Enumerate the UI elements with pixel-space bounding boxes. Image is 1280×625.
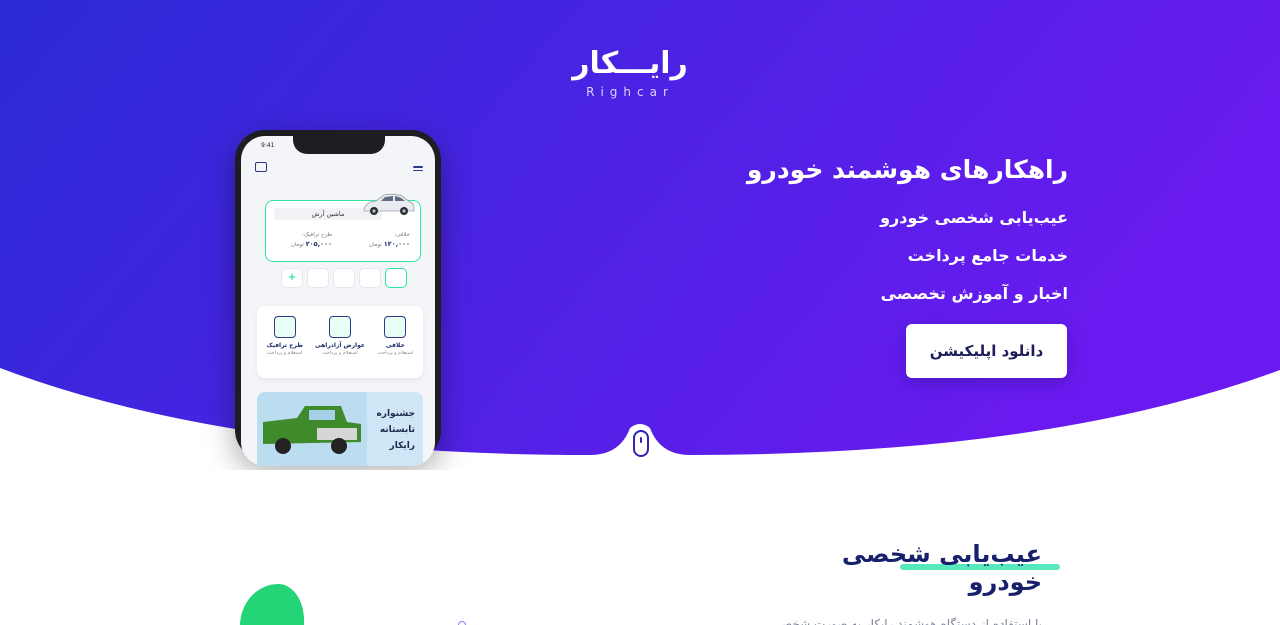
- hero-section: رایـــکار Righcar راهکارهای هوشمند خودرو…: [0, 0, 1280, 470]
- service-title: خلافی: [385, 342, 405, 349]
- phone-mockup: 9:41 ماشین آرش خلافی: ۱۲۰,۰۰۰ تومان طرح …: [235, 130, 441, 466]
- hero-feature: عیب‌یابی شخصی خودرو: [880, 208, 1068, 227]
- service-title: طرح ترافیک: [266, 342, 303, 349]
- phone-screen: 9:41 ماشین آرش خلافی: ۱۲۰,۰۰۰ تومان طرح …: [241, 136, 435, 466]
- fine-label: خلافی:: [394, 232, 410, 238]
- leaf-illustration: [240, 584, 304, 625]
- car-tab[interactable]: [359, 268, 381, 288]
- green-truck-image: [257, 392, 367, 466]
- car-tab[interactable]: [385, 268, 407, 288]
- hero-text: راهکارهای هوشمند خودرو عیب‌یابی شخصی خود…: [648, 150, 1068, 304]
- message-icon: [255, 162, 267, 172]
- download-app-button[interactable]: دانلود اپلیکیشن: [906, 324, 1067, 378]
- brand-logo[interactable]: رایـــکار Righcar: [560, 44, 700, 100]
- services-panel: خلافی استعلام و پرداخت عوارض آزادراهی اس…: [257, 306, 423, 378]
- promo-banner[interactable]: جشنواره تابستانه رایکار: [257, 392, 423, 466]
- promo-text: جشنواره تابستانه رایکار: [376, 409, 415, 451]
- service-traffic[interactable]: طرح ترافیک استعلام و پرداخت: [260, 316, 310, 378]
- hero-title: راهکارهای هوشمند خودرو: [746, 155, 1068, 184]
- logo-latin: Righcar: [586, 85, 674, 99]
- hero-feature: خدمات جامع پرداخت: [907, 246, 1068, 265]
- add-car-button[interactable]: +: [281, 268, 303, 288]
- traffic-value: ۲۰۵,۰۰۰: [305, 240, 332, 248]
- fine-bag-icon: [384, 316, 407, 338]
- hero-feature: اخبار و آموزش تخصصی: [880, 284, 1068, 303]
- service-title: عوارض آزادراهی: [315, 342, 365, 349]
- car-icon: [363, 193, 415, 215]
- traffic-summary: طرح ترافیک: ۲۰۵,۰۰۰ تومان: [272, 231, 332, 250]
- traffic-unit: تومان: [290, 242, 304, 248]
- car-tab[interactable]: [307, 268, 329, 288]
- fine-unit: تومان: [368, 242, 382, 248]
- car-tab[interactable]: [333, 268, 355, 288]
- fine-summary: خلافی: ۱۲۰,۰۰۰ تومان: [350, 231, 410, 250]
- scroll-down-icon[interactable]: [633, 430, 649, 457]
- service-tolls[interactable]: عوارض آزادراهی استعلام و پرداخت: [315, 316, 365, 378]
- car-card: ماشین آرش خلافی: ۱۲۰,۰۰۰ تومان طرح ترافی…: [265, 193, 421, 262]
- car-selector: +: [277, 268, 407, 288]
- traffic-label: طرح ترافیک:: [302, 232, 332, 238]
- traffic-plan-icon: [273, 316, 296, 338]
- service-subtitle: استعلام و پرداخت: [266, 351, 303, 356]
- logo-persian: رایـــکار: [572, 46, 688, 81]
- decorative-ring: [458, 621, 466, 625]
- phone-notch: [293, 136, 385, 154]
- service-subtitle: استعلام و پرداخت: [322, 351, 358, 356]
- service-subtitle: استعلام و پرداخت: [377, 351, 414, 356]
- section-title: عیب‌یابی شخصی خودرو: [841, 540, 1042, 596]
- section-body: با استفاده از دستگاه هوشمند رایکار به صو…: [780, 617, 1042, 625]
- fine-value: ۱۲۰,۰۰۰: [383, 240, 410, 248]
- toll-icon: [329, 316, 352, 338]
- service-fines[interactable]: خلافی استعلام و پرداخت: [370, 316, 420, 378]
- menu-icon: [413, 166, 423, 173]
- status-time: 9:41: [261, 142, 275, 149]
